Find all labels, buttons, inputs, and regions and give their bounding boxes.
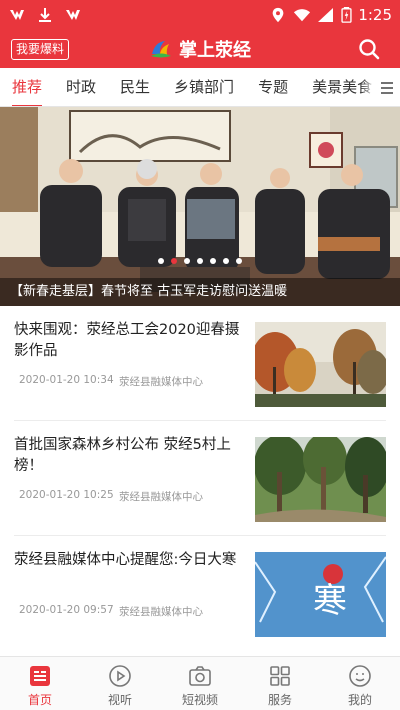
tab-scenery-food[interactable]: 美景美食	[300, 68, 384, 106]
news-item[interactable]: 荥经县融媒体中心提醒您:今日大寒 2020-01-20 09:57 荥经县融媒体…	[0, 536, 400, 651]
news-item[interactable]: 首批国家森林乡村公布 荥经5村上榜！ 2020-01-20 10:25 荥经县融…	[0, 421, 400, 536]
carousel-dot-active[interactable]	[171, 258, 177, 264]
status-bar: 1:25	[0, 0, 400, 30]
home-icon	[30, 666, 50, 686]
nav-label: 短视频	[181, 693, 218, 707]
category-tabs: 推荐 时政 民生 乡镇部门 专题 美景美食	[0, 68, 400, 107]
news-date: 2020-01-20 10:25	[19, 489, 114, 501]
banner-caption[interactable]: 【新春走基层】春节将至 古玉军走访慰问送温暖	[0, 278, 400, 306]
nav-short-video[interactable]: 短视频	[160, 657, 240, 710]
forest-village-image	[255, 437, 386, 522]
app-notification-icon-2	[66, 10, 80, 20]
download-icon	[39, 8, 51, 22]
news-title[interactable]: 首批国家森林乡村公布 荥经5村上榜！	[14, 435, 244, 477]
top-banner-carousel[interactable]: 【新春走基层】春节将至 古玉军走访慰问送温暖	[0, 107, 400, 306]
tab-politics[interactable]: 时政	[54, 68, 108, 106]
user-icon	[349, 665, 371, 687]
news-date: 2020-01-20 09:57	[19, 604, 114, 616]
carousel-dot[interactable]	[184, 258, 190, 264]
play-icon	[109, 665, 131, 687]
news-item[interactable]: 快来围观：荥经总工会2020迎春摄影作品 2020-01-20 10:34 荥经…	[0, 306, 400, 421]
nav-label: 首页	[27, 693, 52, 707]
search-icon[interactable]	[358, 38, 380, 60]
tab-livelihood[interactable]: 民生	[108, 68, 162, 106]
news-thumbnail[interactable]: 寒	[255, 552, 386, 637]
news-source: 荥经县融媒体中心	[119, 376, 203, 388]
winter-character: 寒	[313, 581, 347, 621]
carousel-dot[interactable]	[158, 258, 164, 264]
signal-icon	[318, 8, 334, 22]
news-title[interactable]: 快来围观：荥经总工会2020迎春摄影作品	[14, 320, 244, 362]
news-thumbnail[interactable]	[255, 437, 386, 522]
tab-towns-departments[interactable]: 乡镇部门	[162, 68, 246, 106]
nav-label: 我的	[347, 693, 372, 707]
news-source: 荥经县融媒体中心	[119, 606, 203, 618]
news-thumbnail[interactable]	[255, 322, 386, 407]
tab-special-topics[interactable]: 专题	[246, 68, 300, 106]
nav-label: 视听	[107, 693, 132, 707]
news-title[interactable]: 荥经县融媒体中心提醒您:今日大寒	[14, 550, 244, 571]
grid-icon	[270, 666, 290, 686]
carousel-dot[interactable]	[197, 258, 203, 264]
location-icon	[272, 7, 284, 23]
winter-solar-term-image: 寒	[255, 552, 386, 637]
carousel-indicator	[0, 258, 400, 264]
carousel-dot[interactable]	[223, 258, 229, 264]
app-title: 掌上荥经	[179, 40, 251, 61]
status-time: 1:25	[358, 6, 392, 24]
camera-icon	[189, 666, 211, 686]
report-news-button[interactable]: 我要爆料	[11, 39, 70, 60]
battery-icon	[341, 7, 352, 23]
nav-services[interactable]: 服务	[240, 657, 320, 710]
app-header: 我要爆料 掌上荥经	[0, 30, 400, 68]
bottom-navigation: 首页 视听 短视频 服务 我的	[0, 656, 400, 710]
news-date: 2020-01-20 10:34	[19, 374, 114, 386]
autumn-forest-image	[255, 322, 386, 407]
app-notification-icon	[10, 10, 24, 20]
wifi-icon	[294, 9, 311, 22]
carousel-dot[interactable]	[210, 258, 216, 264]
carousel-dot[interactable]	[236, 258, 242, 264]
app-logo-icon	[151, 41, 171, 58]
news-source: 荥经县融媒体中心	[119, 491, 203, 503]
tab-recommend[interactable]: 推荐	[0, 68, 54, 106]
menu-icon	[381, 81, 393, 94]
nav-label: 服务	[267, 693, 292, 707]
banner-photo	[0, 107, 400, 306]
more-tabs-menu-icon[interactable]	[374, 68, 400, 106]
nav-profile[interactable]: 我的	[320, 657, 400, 710]
nav-audio-video[interactable]: 视听	[80, 657, 160, 710]
nav-home[interactable]: 首页	[0, 657, 80, 710]
